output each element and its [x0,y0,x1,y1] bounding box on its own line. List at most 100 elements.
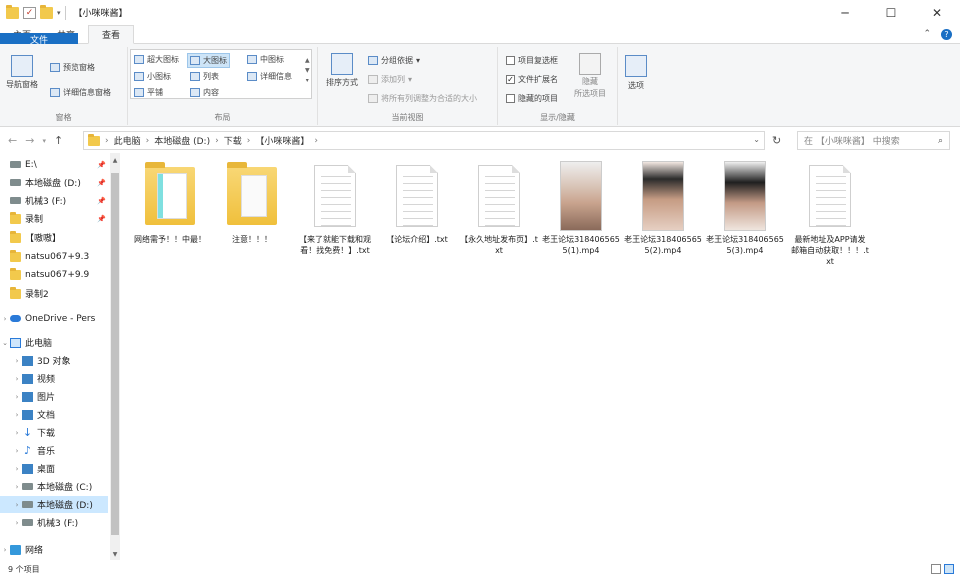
recent-chevron-icon[interactable]: ▾ [42,134,46,148]
breadcrumb-drive-d[interactable]: 本地磁盘 (D:) [154,134,210,147]
layout-list[interactable]: 列表 [190,71,219,82]
pin-icon[interactable]: 📌 [97,179,106,187]
pin-icon[interactable]: 📌 [97,161,106,169]
tab-view[interactable]: 查看 [88,25,135,44]
nav-item-natsu-2[interactable]: natsu067+9.9 [0,266,108,283]
nav-item-natsu-1[interactable]: natsu067+9.3 [0,248,108,265]
file-item[interactable]: 【论坛介绍】.txt [378,161,456,245]
nav-item-folder[interactable]: 【嗷嗷】 [0,229,108,246]
checkbox[interactable] [506,94,515,103]
chevron-right-icon[interactable]: › [12,357,22,365]
scroll-thumb[interactable] [111,173,119,535]
checkbox[interactable] [506,56,515,65]
nav-scrollbar[interactable]: ▲ ▼ [110,153,120,560]
nav-item-f-drive-2[interactable]: › 机械3 (F:) [0,514,108,531]
layout-content[interactable]: 内容 [190,87,219,98]
layout-tiles[interactable]: 平铺 [134,87,163,98]
nav-item-pictures[interactable]: › 图片 [0,388,108,405]
chevron-right-icon[interactable]: › [12,519,22,527]
help-icon[interactable]: ? [941,28,952,40]
forward-icon[interactable]: → [25,134,34,148]
breadcrumb-this-pc[interactable]: 此电脑 [114,134,141,147]
nav-item-recording-2[interactable]: 录制2 [0,285,108,302]
file-item[interactable]: 老王论坛3184065655(2).mp4 [624,161,702,256]
chevron-right-icon[interactable]: › [0,315,10,323]
properties-icon[interactable]: ✓ [23,6,36,19]
close-button[interactable]: ✕ [914,0,960,25]
chevron-right-icon[interactable]: › [12,411,22,419]
chevron-down-icon[interactable]: ▾ [57,9,61,17]
chevron-right-icon[interactable]: › [12,447,22,455]
layout-scroll[interactable]: ▲ ▼ ▾ [305,57,310,84]
file-item[interactable]: 网络需予！！中最！ [131,161,209,245]
search-icon[interactable]: ⌕ [938,136,943,146]
nav-item-d-drive-selected[interactable]: › 本地磁盘 (D:) [0,496,108,513]
large-icons-view-icon[interactable] [944,564,954,574]
chevron-down-icon[interactable]: ⌄ [0,339,10,347]
add-columns-button[interactable]: 添加列 ▾ [368,74,412,85]
layout-small[interactable]: 小图标 [134,71,171,82]
layout-medium[interactable]: 中图标 [247,54,284,65]
breadcrumb-separator-icon[interactable]: › [146,136,150,146]
size-columns-button[interactable]: 将所有列调整为合适的大小 [368,93,477,104]
new-folder-icon[interactable] [40,4,53,19]
nav-item-downloads[interactable]: › ↓ 下载 [0,424,108,441]
nav-item-documents[interactable]: › 文档 [0,406,108,423]
address-box[interactable]: › 此电脑 › 本地磁盘 (D:) › 下载 › 【小咪咪酱】 › ⌄ [83,131,765,150]
checkbox-checked[interactable]: ✓ [506,75,515,84]
options-button[interactable]: 选项 [625,55,647,91]
search-input[interactable]: 在 【小咪咪酱】 中搜索 ⌕ [797,131,950,150]
details-pane-button[interactable]: 详细信息窗格 [50,87,111,98]
chevron-right-icon[interactable]: › [12,465,22,473]
file-item[interactable]: 【永久地址发布页】.txt [460,161,538,256]
nav-item-f-drive[interactable]: 机械3 (F:) 📌 [0,192,108,209]
chevron-up-icon[interactable]: ⌃ [923,29,931,39]
maximize-button[interactable]: ☐ [868,0,914,25]
file-item[interactable]: 【来了就能下载和观看！找免费！】.txt [296,161,374,256]
breadcrumb-separator-icon[interactable]: › [314,136,318,146]
scroll-down-icon[interactable]: ▼ [110,551,120,558]
sort-by-button[interactable]: 排序方式 [326,53,358,88]
breadcrumb-downloads[interactable]: 下载 [224,134,242,147]
nav-item-d-drive[interactable]: 本地磁盘 (D:) 📌 [0,174,108,191]
file-item[interactable]: 注意！！！ [213,161,291,245]
chevron-right-icon[interactable]: › [12,393,22,401]
back-icon[interactable]: ← [8,134,17,148]
nav-item-c-drive[interactable]: › 本地磁盘 (C:) [0,478,108,495]
nav-item-desktop[interactable]: › 桌面 [0,460,108,477]
layout-large[interactable]: 大图标 [187,53,230,68]
refresh-icon[interactable]: ↻ [772,134,781,147]
breadcrumb-separator-icon[interactable]: › [247,136,251,146]
file-item[interactable]: 最新地址及APP请发邮箱自动获取！！！.txt [791,161,869,267]
nav-item-network[interactable]: › 网络 [0,541,108,558]
nav-item-this-pc[interactable]: ⌄ 此电脑 [0,334,108,351]
item-checkboxes-option[interactable]: 项目复选框 [506,55,558,66]
file-item[interactable]: 老王论坛3184065655(1).mp4 [542,161,620,256]
details-view-icon[interactable] [931,564,941,574]
nav-item-recording[interactable]: 录制 📌 [0,210,108,227]
breadcrumb-separator-icon[interactable]: › [105,136,109,146]
breadcrumb-current-folder[interactable]: 【小咪咪酱】 [255,134,309,147]
chevron-right-icon[interactable]: › [12,501,22,509]
breadcrumb-separator-icon[interactable]: › [215,136,219,146]
chevron-down-icon[interactable]: ⌄ [753,135,760,144]
chevron-right-icon[interactable]: › [12,429,22,437]
chevron-right-icon[interactable]: › [0,546,10,554]
chevron-right-icon[interactable]: › [12,483,22,491]
preview-pane-button[interactable]: 预览窗格 [50,62,95,73]
file-extensions-option[interactable]: ✓ 文件扩展名 [506,74,558,85]
folder-icon[interactable] [6,4,19,19]
minimize-button[interactable]: ─ [822,0,868,25]
layout-details[interactable]: 详细信息 [247,71,292,82]
nav-pane-button[interactable]: 导航窗格 [6,55,38,90]
chevron-right-icon[interactable]: › [12,375,22,383]
up-icon[interactable]: ↑ [54,134,63,148]
pin-icon[interactable]: 📌 [97,197,106,205]
hidden-items-option[interactable]: 隐藏的项目 [506,93,558,104]
group-by-button[interactable]: 分组依据 ▾ [368,55,420,66]
nav-item-music[interactable]: › ♪ 音乐 [0,442,108,459]
nav-item-3d-objects[interactable]: › 3D 对象 [0,352,108,369]
nav-item-videos[interactable]: › 视频 [0,370,108,387]
nav-item-e-drive[interactable]: E:\ 📌 [0,156,108,173]
nav-item-onedrive[interactable]: › OneDrive - Pers [0,310,108,327]
